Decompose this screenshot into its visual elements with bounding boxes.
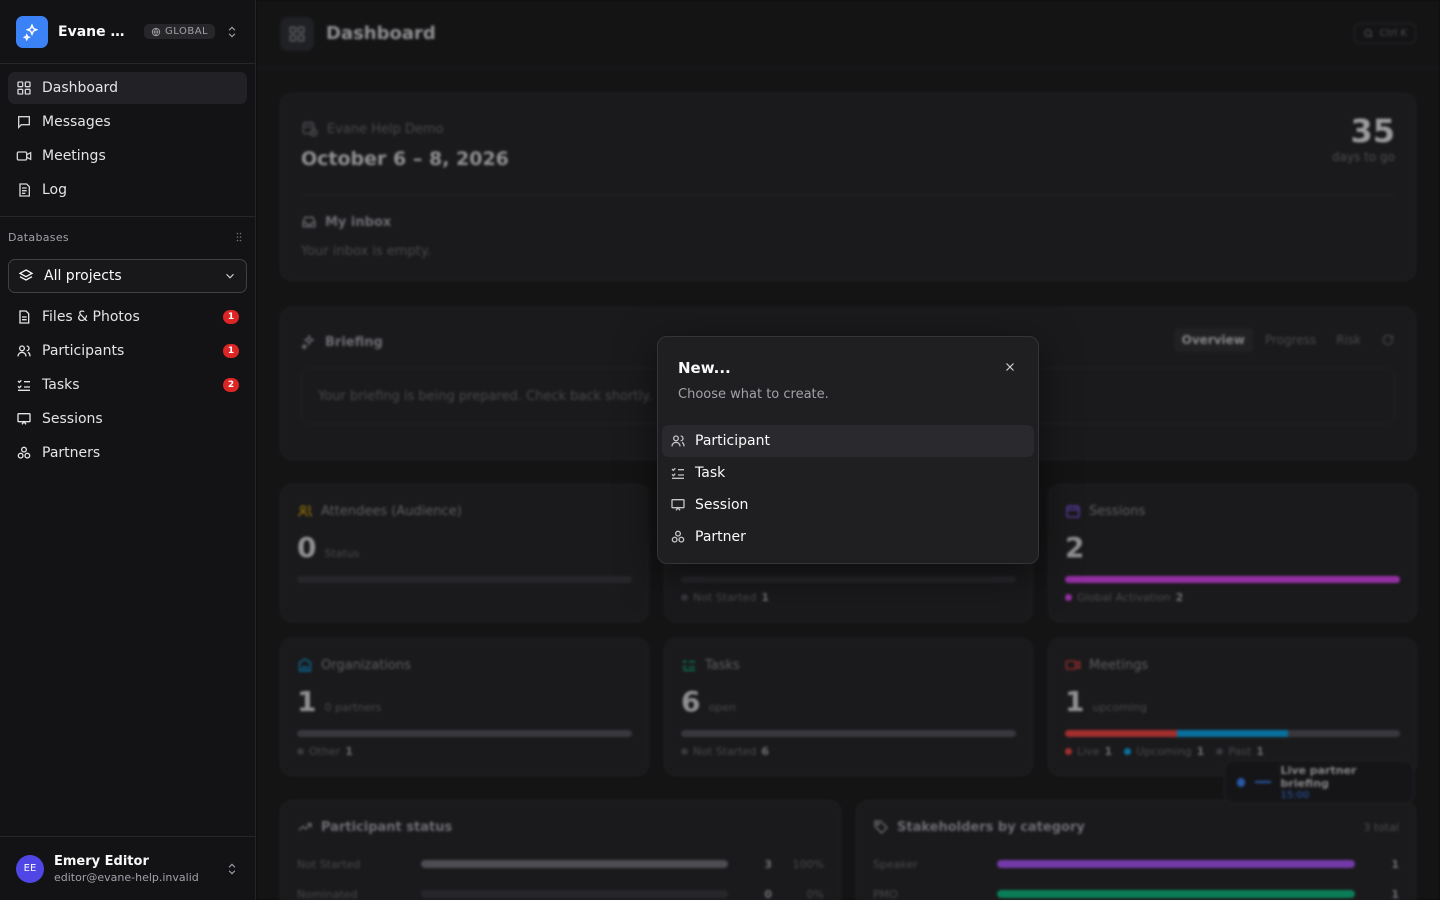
- sidebar-item-partners[interactable]: Partners: [8, 437, 247, 469]
- option-session[interactable]: Session: [662, 489, 1034, 521]
- workspace-switcher[interactable]: Evane Help Demo GLOBAL: [0, 0, 255, 64]
- option-participant[interactable]: Participant: [662, 425, 1034, 457]
- sidebar-item-sessions[interactable]: Sessions: [8, 403, 247, 435]
- sidebar-item-label: Sessions: [42, 411, 103, 427]
- user-email: editor@evane-help.invalid: [54, 870, 199, 884]
- avatar: EE: [16, 854, 44, 883]
- workspace-name: Evane Help Demo: [58, 23, 136, 40]
- nav-label: Log: [42, 182, 68, 198]
- count-badge: 1: [223, 344, 239, 358]
- presentation-icon: [671, 499, 685, 511]
- layers-icon: [18, 269, 34, 281]
- message-icon: [18, 116, 30, 129]
- users-icon: [17, 345, 31, 357]
- project-select-value: All projects: [44, 268, 122, 284]
- user-menu[interactable]: EE Emery Editor editor@evane-help.invali…: [0, 836, 255, 900]
- sidebar: Evane Help Demo GLOBAL Dashboard Message…: [0, 0, 256, 900]
- dialog-description: Choose what to create.: [678, 387, 829, 402]
- chevron-down-icon: [226, 273, 234, 279]
- dialog-title: New...: [678, 359, 731, 377]
- nav-item-meetings[interactable]: Meetings: [8, 140, 247, 172]
- option-label: Task: [695, 465, 726, 481]
- list-checks-icon: [671, 467, 684, 479]
- new-item-dialog: New... Choose what to create. Participan…: [657, 336, 1039, 564]
- handshake-icon: [671, 530, 685, 543]
- presentation-icon: [17, 413, 31, 425]
- close-icon[interactable]: [1000, 357, 1020, 377]
- nav-label: Meetings: [42, 148, 106, 164]
- scope-badge-label: GLOBAL: [165, 26, 209, 37]
- dashboard-icon: [17, 81, 31, 95]
- nav-label: Dashboard: [42, 80, 118, 96]
- workspace-logo-icon: [16, 15, 48, 48]
- file-icon: [19, 310, 30, 324]
- nav-item-dashboard[interactable]: Dashboard: [8, 72, 247, 104]
- sidebar-item-participants[interactable]: Participants 1: [8, 335, 247, 367]
- sidebar-item-label: Participants: [42, 343, 125, 359]
- user-name: Emery Editor: [54, 853, 149, 869]
- chevrons-up-down-icon[interactable]: [225, 25, 239, 39]
- nav-item-messages[interactable]: Messages: [8, 106, 247, 138]
- sidebar-item-tasks[interactable]: Tasks 2: [8, 369, 247, 401]
- log-icon: [19, 183, 30, 197]
- option-label: Session: [695, 497, 749, 513]
- database-list: Files & Photos 1 Participants 1 Tasks 2 …: [0, 301, 255, 469]
- sidebar-item-label: Partners: [42, 445, 101, 461]
- list-checks-icon: [17, 379, 30, 391]
- sidebar-item-files-photos[interactable]: Files & Photos 1: [8, 301, 247, 333]
- users-icon: [671, 435, 685, 447]
- handshake-icon: [17, 446, 31, 459]
- drag-handle-icon[interactable]: [233, 231, 245, 243]
- main-nav: Dashboard Messages Meetings Log: [0, 64, 255, 217]
- option-partner[interactable]: Partner: [662, 521, 1034, 553]
- option-label: Partner: [695, 529, 746, 545]
- globe-icon: [151, 27, 161, 36]
- scope-badge: GLOBAL: [144, 24, 216, 39]
- databases-heading-label: Databases: [8, 230, 69, 244]
- databases-heading: Databases: [0, 217, 255, 257]
- create-options: Participant Task Session Partner: [662, 425, 1034, 553]
- option-task[interactable]: Task: [662, 457, 1034, 489]
- chevrons-up-down-icon: [225, 862, 239, 876]
- sidebar-item-label: Tasks: [42, 377, 80, 393]
- count-badge: 1: [223, 310, 239, 324]
- nav-label: Messages: [42, 114, 111, 130]
- count-badge: 2: [223, 378, 239, 392]
- option-label: Participant: [695, 433, 770, 449]
- project-select[interactable]: All projects: [8, 259, 247, 293]
- sidebar-item-label: Files & Photos: [42, 309, 140, 325]
- video-icon: [16, 151, 32, 161]
- nav-item-log[interactable]: Log: [8, 174, 247, 206]
